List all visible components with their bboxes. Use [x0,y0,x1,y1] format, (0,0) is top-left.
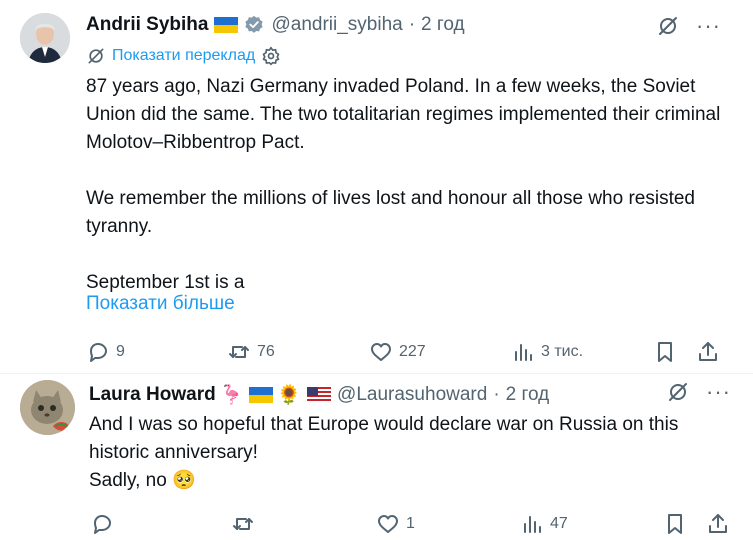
bookmark-icon [658,342,672,362]
separator-dot: · [493,384,500,405]
show-more-link[interactable]: Показати більше [86,293,235,315]
ukraine-flag-icon [214,17,239,33]
avatar[interactable] [20,13,70,63]
reply-tweet[interactable]: Laura Howard 🦩 🌻 @Laurasuhoward · 2 год … [0,374,753,540]
timestamp[interactable]: 2 год [506,384,550,406]
tweet-text: 87 years ago, Nazi Germany invaded Polan… [86,76,721,293]
reply-icon [90,343,107,362]
reply-count: 9 [116,343,125,360]
more-options-button[interactable]: ··· [706,381,731,403]
author-handle[interactable]: @andrii_sybiha [271,14,402,36]
settings-gear-icon[interactable] [261,46,281,66]
grok-icon [88,48,104,64]
tweet[interactable]: Andrii Sybiha @andrii_sybiha · 2 год ···… [0,0,753,374]
more-options-button[interactable]: ··· [696,15,721,37]
avatar[interactable] [20,380,75,435]
sunflower-emoji: 🌻 [277,384,302,406]
like-button[interactable]: 227 [369,337,426,367]
like-count: 227 [399,343,426,360]
share-icon [699,342,717,361]
views-button[interactable]: 3 тис. [511,337,583,367]
tweet-top-actions: ··· [656,14,721,38]
bookmark-icon [668,514,682,534]
like-count: 1 [406,515,415,532]
views-chart-icon [524,516,541,533]
view-count: 3 тис. [541,343,584,360]
repost-button[interactable]: 76 [227,337,275,367]
grok-icon[interactable] [656,14,680,38]
heart-icon [378,515,398,533]
translate-row: Показати переклад [86,46,281,66]
repost-icon [233,518,253,530]
author-name[interactable]: Laura Howard [89,384,216,406]
share-icon [709,514,727,533]
tweet-header: Andrii Sybiha @andrii_sybiha · 2 год [86,12,465,38]
reply-button[interactable]: 9 [86,337,125,367]
like-button[interactable]: 1 [376,509,415,539]
repost-icon [229,346,249,358]
views-button[interactable]: 47 [520,509,568,539]
ukraine-flag-icon [249,387,274,403]
view-count: 47 [550,515,568,532]
tweet-top-actions: ··· [666,380,731,404]
repost-button[interactable] [231,509,261,539]
author-name[interactable]: Andrii Sybiha [86,14,208,36]
flamingo-emoji: 🦩 [219,384,244,406]
tweet-actions: 9 76 227 3 тис. [0,337,753,367]
tweet-header: Laura Howard 🦩 🌻 @Laurasuhoward · 2 год [89,382,549,408]
bookmark-button[interactable] [663,509,687,539]
bookmark-button[interactable] [653,337,677,367]
repost-count: 76 [257,343,275,360]
grok-icon[interactable] [666,380,690,404]
show-translation-link[interactable]: Показати переклад [112,47,255,65]
usa-flag-icon [307,387,332,403]
timestamp[interactable]: 2 год [421,14,465,36]
share-button[interactable] [696,337,720,367]
separator-dot: · [408,14,416,35]
reply-icon [94,515,111,534]
author-handle[interactable]: @Laurasuhoward [337,384,487,406]
heart-icon [371,343,391,361]
views-chart-icon [515,344,532,361]
tweet-actions: 1 47 [0,509,753,539]
reply-button[interactable] [90,509,120,539]
share-button[interactable] [706,509,730,539]
tweet-text: And I was so hopeful that Europe would d… [89,414,679,491]
verified-badge-icon[interactable] [243,14,265,36]
